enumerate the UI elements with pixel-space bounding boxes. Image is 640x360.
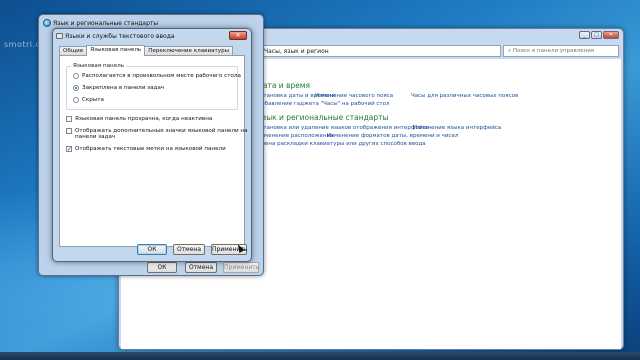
section-datetime-title[interactable]: Дата и время [257, 81, 310, 90]
link-formats[interactable]: Изменение форматов даты, времени и чисел [327, 133, 458, 139]
check-extra-icons[interactable]: Отображать дополнительные значки языково… [66, 128, 248, 140]
link-interface-language[interactable]: Изменение языка интерфейса [413, 125, 501, 131]
radio-button-selected[interactable] [73, 85, 79, 91]
region-dialog-title: Язык и региональные стандарты [53, 20, 159, 27]
radio-button[interactable] [73, 73, 79, 79]
radio-floating[interactable]: Располагается в произвольном месте рабоч… [73, 73, 241, 79]
link-timezone[interactable]: Изменение часового пояса [315, 93, 393, 99]
cancel-button[interactable]: Отмена [173, 244, 205, 255]
radio-hidden[interactable]: Скрыта [73, 97, 104, 103]
region-cancel-button[interactable]: Отмена [185, 262, 217, 273]
text-services-dialog: Языки и службы текстового ввода ✕ Общие … [52, 28, 252, 262]
taskbar [0, 352, 640, 360]
region-apply-button[interactable]: Применить [223, 262, 259, 273]
link-keyboard[interactable]: Смена раскладки клавиатуры или других сп… [257, 141, 426, 147]
checkbox[interactable] [66, 116, 72, 122]
link-display-languages[interactable]: Установка или удаление языков отображени… [257, 125, 429, 131]
radio-label: Закреплена в панели задач [82, 85, 165, 91]
maximize-icon[interactable]: □ [591, 31, 602, 39]
search-input[interactable]: ⌕ Поиск в панели управления [503, 45, 619, 57]
group-label: Языковая панель [71, 63, 127, 69]
cp-window-controls: _ □ ✕ [579, 31, 619, 39]
tab-keyboard-switch[interactable]: Переключение клавиатуры [144, 46, 234, 55]
ok-button[interactable]: ОК [137, 244, 167, 255]
section-region-title[interactable]: Язык и региональные стандарты [257, 113, 388, 122]
check-text-labels[interactable]: ✓ Отображать текстовые метки на языковой… [66, 146, 226, 153]
language-bar-group: Языковая панель Располагается в произвол… [66, 63, 241, 110]
text-services-title: Языки и службы текстового ввода [65, 33, 175, 40]
check-label-line2: панели задач [75, 134, 116, 140]
tab-language-bar[interactable]: Языковая панель [86, 45, 146, 56]
radio-button[interactable] [73, 97, 79, 103]
keyboard-icon [56, 33, 63, 39]
link-location[interactable]: Изменение расположения [257, 133, 333, 139]
check-label-wrap: Отображать дополнительные значки языково… [75, 128, 248, 140]
radio-label: Располагается в произвольном месте рабоч… [82, 73, 241, 79]
checkbox-checked[interactable]: ✓ [66, 146, 72, 153]
link-clocks[interactable]: Часы для различных часовых поясов [411, 93, 518, 99]
minimize-icon[interactable]: _ [579, 31, 590, 39]
check-transparent[interactable]: Языковая панель прозрачна, когда неактив… [66, 116, 212, 122]
check-label: Языковая панель прозрачна, когда неактив… [75, 116, 213, 122]
check-label: Отображать текстовые метки на языковой п… [75, 146, 226, 152]
tab-general[interactable]: Общие [59, 46, 88, 55]
radio-docked[interactable]: Закреплена в панели задач [73, 85, 164, 91]
close-icon[interactable]: ✕ [603, 31, 619, 39]
radio-label: Скрыта [82, 97, 104, 103]
language-bar-panel: Языковая панель Располагается в произвол… [59, 55, 248, 247]
address-bar[interactable]: Часы, язык и регион [259, 45, 501, 57]
link-gadget[interactable]: Добавление гаджета "Часы" на рабочий сто… [257, 101, 390, 107]
close-icon[interactable]: ✕ [229, 31, 247, 40]
region-ok-button[interactable]: ОК [147, 262, 177, 273]
checkbox[interactable] [66, 128, 72, 134]
globe-icon [43, 19, 51, 27]
search-placeholder: Поиск в панели управления [512, 48, 595, 54]
